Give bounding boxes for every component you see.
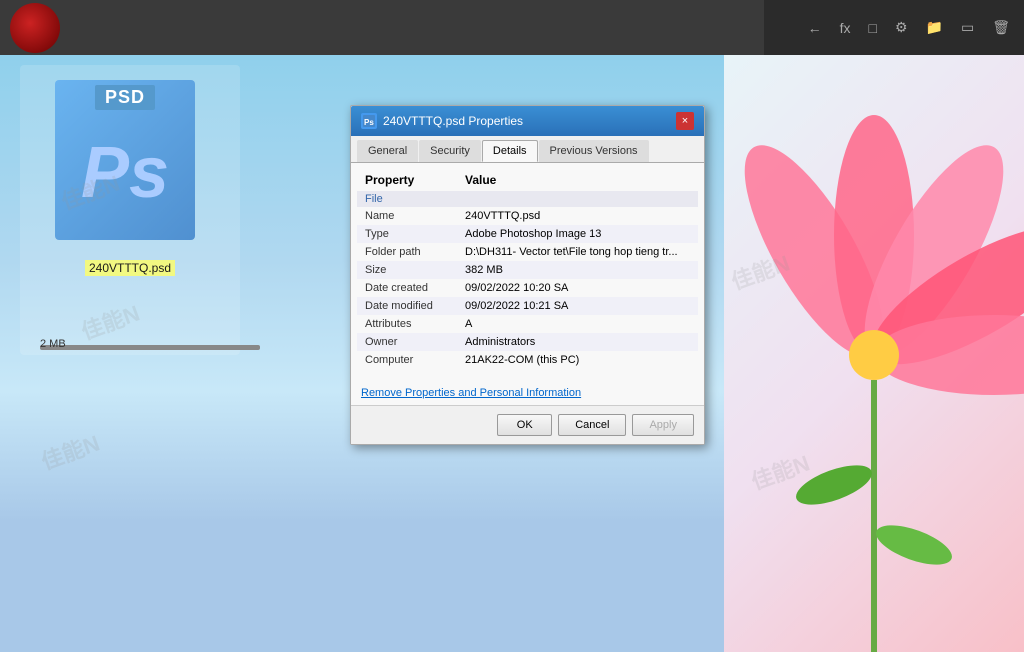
prop-row-computer: Computer 21AK22-COM (this PC) [357,351,698,369]
fx-icon[interactable]: fx [836,18,855,38]
prop-row-type: Type Adobe Photoshop Image 13 [357,225,698,243]
prop-section-file: File [357,191,698,207]
dialog-link-area: Remove Properties and Personal Informati… [351,375,704,405]
gear-icon[interactable]: ⚙ [891,17,912,38]
cancel-button[interactable]: Cancel [558,414,626,436]
prop-type-label: Type [357,225,457,243]
prop-row-name: Name 240VTTTQ.psd [357,207,698,225]
dialog-buttons: OK Cancel Apply [351,405,704,444]
frame-icon[interactable]: ▭ [957,17,978,38]
prop-attributes-label: Attributes [357,315,457,333]
file-name-label: 240VTTTQ.psd [85,260,175,276]
folder-icon[interactable]: 📁 [922,17,947,38]
prop-owner-value: Administrators [457,333,698,351]
topbar-right-icons: ← fx □ ⚙ 📁 ▭ 🗑 [764,0,1024,55]
prop-row-attributes: Attributes A [357,315,698,333]
prop-date-modified-value: 09/02/2022 10:21 SA [457,297,698,315]
prop-name-value: 240VTTTQ.psd [457,207,698,225]
ok-button[interactable]: OK [497,414,552,436]
tab-details[interactable]: Details [482,140,538,162]
file-icon-area: PSD Ps 240VTTTQ.psd 2 MB [20,65,240,355]
psd-small-icon: Ps [363,115,375,127]
prop-folder-label: Folder path [357,243,457,261]
properties-dialog: Ps 240VTTTQ.psd Properties × General Sec… [350,105,705,445]
flower-background [724,55,1024,652]
tab-security[interactable]: Security [419,140,481,162]
dialog-tabs: General Security Details Previous Versio… [351,136,704,163]
application-topbar: ← fx □ ⚙ 📁 ▭ 🗑 [0,0,1024,55]
file-size-label: 2 MB [40,338,66,350]
watermark-3: 佳能N [36,426,103,477]
dialog-titlebar: Ps 240VTTTQ.psd Properties × [351,106,704,136]
psd-type-label: PSD [95,85,155,110]
psd-ps-letter: Ps [81,132,169,214]
scroll-indicator [40,345,260,350]
dialog-close-button[interactable]: × [676,112,694,130]
prop-row-date-created: Date created 09/02/2022 10:20 SA [357,279,698,297]
remove-properties-link[interactable]: Remove Properties and Personal Informati… [361,387,581,399]
prop-header-row: Property Value [357,169,698,191]
prop-row-owner: Owner Administrators [357,333,698,351]
desktop-area: PSD Ps 240VTTTQ.psd 2 MB [0,55,1024,652]
prop-type-value: Adobe Photoshop Image 13 [457,225,698,243]
prop-row-folder-path: Folder path D:\DH311- Vector tet\File to… [357,243,698,261]
app-logo [10,3,60,53]
prop-name-label: Name [357,207,457,225]
prop-owner-label: Owner [357,333,457,351]
prop-computer-value: 21AK22-COM (this PC) [457,351,698,369]
prop-date-modified-label: Date modified [357,297,457,315]
prop-attributes-value: A [457,315,698,333]
properties-table: Property Value File Name 240VTTTQ.psd Ty… [357,169,698,369]
undo-icon[interactable]: ← [804,18,826,38]
tab-general[interactable]: General [357,140,418,162]
prop-folder-value: D:\DH311- Vector tet\File tong hop tieng… [457,243,698,261]
psd-icon-background: PSD Ps [55,80,195,240]
psd-file-icon[interactable]: PSD Ps [55,80,205,250]
col-property-header: Property [357,169,457,191]
flower-svg [724,55,1024,652]
trash-icon[interactable]: 🗑 [988,17,1014,38]
prop-date-created-value: 09/02/2022 10:20 SA [457,279,698,297]
prop-row-size: Size 382 MB [357,261,698,279]
prop-size-value: 382 MB [457,261,698,279]
dialog-title-area: Ps 240VTTTQ.psd Properties [361,113,523,129]
section-file-label: File [357,191,698,207]
dialog-title-icon: Ps [361,113,377,129]
dialog-title-text: 240VTTTQ.psd Properties [383,114,523,128]
square-icon[interactable]: □ [865,18,881,38]
apply-button[interactable]: Apply [632,414,694,436]
col-value-header: Value [457,169,698,191]
prop-computer-label: Computer [357,351,457,369]
prop-row-date-modified: Date modified 09/02/2022 10:21 SA [357,297,698,315]
prop-date-created-label: Date created [357,279,457,297]
dialog-content: Property Value File Name 240VTTTQ.psd Ty… [351,163,704,375]
tab-previous-versions[interactable]: Previous Versions [539,140,649,162]
prop-size-label: Size [357,261,457,279]
svg-text:Ps: Ps [364,118,374,127]
